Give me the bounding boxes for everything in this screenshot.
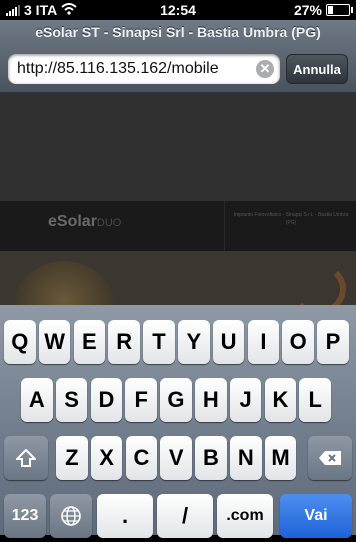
browser-address-bar: eSolar ST - Sinapsi Srl - Bastia Umbra (… (0, 20, 356, 93)
key-t[interactable]: T (143, 320, 175, 364)
url-text: http://85.116.135.162/mobile (17, 60, 219, 77)
keyboard-row-2: ASDFGHJKL (0, 378, 356, 426)
key-n[interactable]: N (230, 436, 262, 480)
key-c[interactable]: C (125, 436, 158, 480)
site-logo: eSolarDUO (48, 213, 121, 231)
key-d[interactable]: D (90, 378, 123, 422)
slash-key[interactable]: / (157, 494, 213, 538)
key-k[interactable]: K (264, 378, 297, 422)
banner-divider (224, 201, 225, 251)
logo-suffix: DUO (96, 217, 122, 229)
logo-main: eSolar (48, 213, 97, 230)
key-e[interactable]: E (73, 320, 106, 364)
key-i[interactable]: I (247, 320, 280, 364)
backspace-icon (318, 446, 342, 471)
page-title: eSolar ST - Sinapsi Srl - Bastia Umbra (… (35, 24, 321, 40)
key-z[interactable]: Z (56, 436, 88, 480)
key-a[interactable]: A (21, 378, 53, 422)
cancel-button[interactable]: Annulla (286, 54, 348, 84)
keyboard-row-3: ZXCVBNM (0, 436, 356, 484)
key-u[interactable]: U (212, 320, 245, 364)
status-bar: 3 ITA 12:54 27% (0, 0, 356, 20)
key-w[interactable]: W (38, 320, 71, 364)
battery-group: 27% (293, 2, 353, 18)
key-m[interactable]: M (264, 436, 297, 480)
key-r[interactable]: R (108, 320, 140, 364)
battery-icon (326, 4, 353, 16)
backspace-key[interactable] (308, 436, 352, 480)
globe-icon (60, 506, 82, 532)
key-b[interactable]: B (195, 436, 227, 480)
key-q[interactable]: Q (4, 320, 36, 364)
on-screen-keyboard: QWERTYUIOP ASDFGHJKL ZXCVBNM 123 . / .co… (0, 305, 356, 538)
numbers-key[interactable]: 123 (4, 494, 46, 538)
shift-icon (14, 447, 38, 472)
keyboard-row-1: QWERTYUIOP (0, 320, 356, 368)
globe-key[interactable] (50, 494, 92, 538)
key-s[interactable]: S (55, 378, 88, 422)
key-j[interactable]: J (229, 378, 262, 422)
banner-text: Impianto Fotovoltaico - Sinapsi S.r.l. -… (233, 212, 349, 226)
clear-text-icon[interactable]: ✕ (256, 60, 274, 78)
web-page-content: eSolarDUO Impianto Fotovoltaico - Sinaps… (0, 93, 356, 305)
key-o[interactable]: O (282, 320, 314, 364)
key-h[interactable]: H (195, 378, 227, 422)
key-x[interactable]: X (90, 436, 123, 480)
key-f[interactable]: F (125, 378, 157, 422)
battery-percent: 27% (293, 2, 322, 18)
key-v[interactable]: V (160, 436, 192, 480)
key-y[interactable]: Y (178, 320, 210, 364)
url-input[interactable]: http://85.116.135.162/mobile ✕ (8, 54, 280, 84)
go-button[interactable]: Vai (280, 494, 352, 538)
dotcom-key[interactable]: .com (217, 494, 273, 538)
page-header-area (0, 93, 356, 201)
key-g[interactable]: G (160, 378, 192, 422)
key-p[interactable]: P (317, 320, 349, 364)
shift-key[interactable] (4, 436, 48, 480)
period-key[interactable]: . (97, 494, 153, 538)
key-l[interactable]: L (299, 378, 331, 422)
